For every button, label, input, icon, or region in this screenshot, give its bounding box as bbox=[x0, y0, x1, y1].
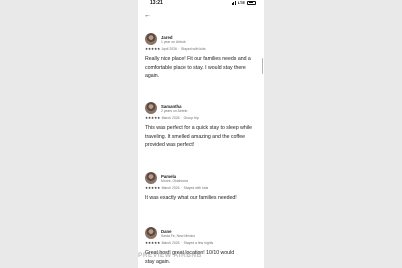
review-date: March 2026 bbox=[161, 186, 180, 190]
scrollbar[interactable] bbox=[261, 58, 263, 74]
reviewer: Jared 1 year on Airbnb bbox=[145, 33, 257, 45]
signal-icon bbox=[231, 1, 236, 5]
review-date: March 2026 bbox=[161, 241, 180, 245]
star-rating: ★★★★★ bbox=[145, 241, 161, 245]
avatar[interactable] bbox=[145, 227, 157, 239]
reviewer-info: Samantha 2 years on Airbnb bbox=[161, 104, 187, 113]
review-line: again. bbox=[145, 73, 160, 80]
status-time: 13:21 bbox=[150, 0, 163, 6]
star-rating: ★★★★★ bbox=[145, 186, 161, 190]
review-item: Dane Santa Fe, New Mexico ★★★★★ March 20… bbox=[145, 227, 257, 266]
reviewer-tenure: Santa Fe, New Mexico bbox=[161, 233, 196, 238]
trip-type: Group trip bbox=[183, 116, 199, 120]
trip-type: Stayed with kids bbox=[181, 47, 206, 51]
reviewer-info: Jared 1 year on Airbnb bbox=[161, 35, 186, 44]
review-meta: ★★★★★ March 2026 · Group trip bbox=[145, 116, 257, 120]
reviewer: Dane Santa Fe, New Mexico bbox=[145, 227, 257, 239]
phone-screen: 13:21 LTE ← Jared 1 year on Airbnb ★★★★★… bbox=[138, 0, 264, 268]
watermark: PREVIEW AIRBNB bbox=[138, 252, 202, 259]
review-meta: ★★★★★ March 2026 · Stayed a few nights bbox=[145, 241, 257, 245]
separator-dot: · bbox=[181, 186, 183, 190]
review-line: Really nice place! Fit our families need… bbox=[145, 56, 251, 62]
reviewer-tenure: 2 years on Airbnb bbox=[161, 108, 188, 113]
review-text: Really nice place! Fit our families need… bbox=[145, 55, 257, 81]
review-date: April 2026 bbox=[161, 47, 177, 51]
review-line: This was perfect for a quick stay to sle… bbox=[145, 125, 252, 131]
avatar[interactable] bbox=[145, 33, 157, 45]
review-line: It was exactly what our families needed! bbox=[145, 195, 237, 201]
trip-type: Stayed with kids bbox=[183, 186, 209, 190]
back-arrow-icon[interactable]: ← bbox=[144, 12, 152, 20]
review-item: Samantha 2 years on Airbnb ★★★★★ March 2… bbox=[145, 102, 257, 150]
network-label: LTE bbox=[237, 0, 245, 5]
review-item: Pamela Moore, Oklahoma ★★★★★ March 2026 … bbox=[145, 172, 257, 203]
separator-dot: · bbox=[181, 241, 183, 245]
separator-dot: · bbox=[178, 47, 180, 51]
reviewer-info: Pamela Moore, Oklahoma bbox=[161, 174, 188, 183]
status-bar: 13:21 LTE bbox=[138, 0, 264, 7]
battery-icon bbox=[247, 0, 256, 5]
review-text: It was exactly what our families needed! bbox=[145, 194, 257, 203]
review-item: Jared 1 year on Airbnb ★★★★★ April 2026 … bbox=[145, 33, 257, 81]
review-meta: ★★★★★ March 2026 · Stayed with kids bbox=[145, 186, 257, 190]
avatar[interactable] bbox=[145, 102, 157, 114]
separator-dot: · bbox=[181, 116, 183, 120]
status-indicators: LTE bbox=[231, 0, 256, 5]
review-line: traveling. It smelled amazing and the co… bbox=[145, 133, 245, 140]
reviewer-info: Dane Santa Fe, New Mexico bbox=[161, 229, 195, 238]
reviewer: Samantha 2 years on Airbnb bbox=[145, 102, 257, 114]
reviewer: Pamela Moore, Oklahoma bbox=[145, 172, 257, 184]
reviewer-tenure: Moore, Oklahoma bbox=[161, 178, 188, 183]
review-text: This was perfect for a quick stay to sle… bbox=[145, 124, 257, 150]
avatar[interactable] bbox=[145, 172, 157, 184]
star-rating: ★★★★★ bbox=[145, 116, 161, 120]
review-line: comfortable place to stay. I would stay … bbox=[145, 64, 246, 71]
star-rating: ★★★★★ bbox=[145, 47, 161, 51]
reviewer-tenure: 1 year on Airbnb bbox=[161, 39, 186, 44]
review-meta: ★★★★★ April 2026 · Stayed with kids bbox=[145, 47, 257, 51]
review-line: provided was perfect! bbox=[145, 142, 195, 149]
trip-type: Stayed a few nights bbox=[183, 241, 214, 245]
review-date: March 2026 bbox=[161, 116, 180, 120]
